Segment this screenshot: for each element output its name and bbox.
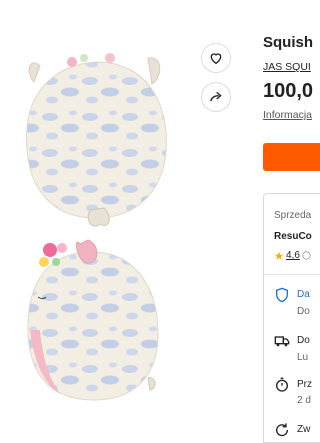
plush-back-view bbox=[25, 53, 167, 227]
product-image-gallery[interactable] bbox=[0, 0, 196, 430]
feature-title: Do bbox=[297, 335, 310, 346]
truck-icon bbox=[274, 336, 290, 347]
seller-card: Sprzeda ResuCo 4,6 Da Do Do Lu Prz 2 d Z… bbox=[263, 193, 320, 443]
stopwatch-icon bbox=[276, 377, 288, 392]
share-arrow-icon bbox=[210, 91, 222, 102]
brand-link[interactable]: JAS SQUI bbox=[263, 61, 311, 73]
rating-value: 4,6 bbox=[286, 250, 300, 261]
feature-title: Prz bbox=[297, 379, 312, 390]
feature-subtitle: Do bbox=[297, 306, 310, 317]
feature-title[interactable]: Da bbox=[297, 289, 310, 300]
plush-toy-image bbox=[25, 53, 167, 401]
seller-label: Sprzeda bbox=[274, 210, 312, 221]
divider bbox=[264, 274, 320, 275]
return-arrow-icon bbox=[276, 423, 289, 437]
product-title: Squish bbox=[263, 34, 314, 51]
product-price: 100,0 bbox=[263, 80, 314, 102]
feature-subtitle: Lu bbox=[297, 352, 309, 363]
add-to-cart-button[interactable] bbox=[263, 143, 320, 171]
info-icon bbox=[302, 251, 311, 260]
feature-subtitle: 2 d bbox=[297, 395, 311, 406]
shield-icon bbox=[276, 287, 288, 303]
plush-side-view bbox=[27, 239, 159, 401]
info-link[interactable]: Informacja bbox=[263, 109, 312, 121]
seller-name[interactable]: ResuCo bbox=[274, 231, 312, 242]
star-icon bbox=[274, 251, 284, 260]
seller-rating[interactable]: 4,6 bbox=[274, 250, 311, 261]
share-button[interactable] bbox=[201, 82, 231, 112]
heart-icon bbox=[210, 53, 222, 65]
favorite-button[interactable] bbox=[201, 43, 231, 73]
